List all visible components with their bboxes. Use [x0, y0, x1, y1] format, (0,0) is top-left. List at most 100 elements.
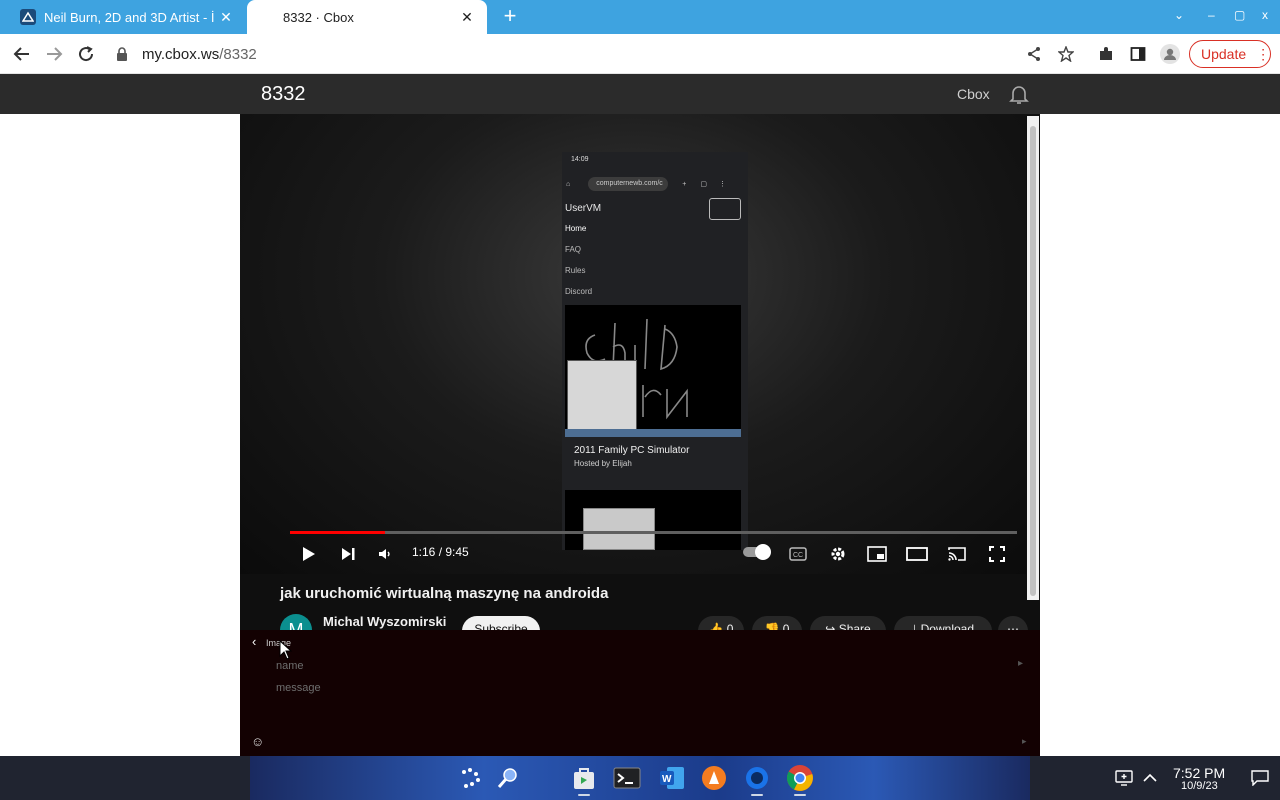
launcher-icon[interactable]	[452, 760, 488, 796]
artstation-icon	[20, 9, 36, 25]
lock-icon	[117, 47, 127, 61]
next-icon[interactable]	[336, 542, 360, 566]
phone-status-time: 14:09	[571, 156, 589, 163]
theater-mode-icon[interactable]	[905, 542, 929, 566]
cast-icon[interactable]	[945, 542, 969, 566]
cbox-header: 8332 Cbox	[0, 74, 1280, 114]
maximize-icon[interactable]: ▢	[1234, 8, 1245, 22]
settings-gear-icon[interactable]	[826, 542, 850, 566]
scrollbar-thumb[interactable]	[1030, 126, 1036, 596]
back-arrow-icon[interactable]	[10, 42, 34, 66]
more-actions-button[interactable]: ⋯	[998, 616, 1028, 630]
chevron-down-icon[interactable]: ⌄	[1174, 8, 1184, 22]
video-title[interactable]: jak uruchomić wirtualną maszynę na andro…	[280, 585, 608, 602]
fullscreen-icon[interactable]	[985, 542, 1009, 566]
search-icon[interactable]	[490, 760, 526, 796]
progress-bar[interactable]	[290, 531, 1017, 534]
home-icon: ⌂	[566, 180, 571, 188]
new-tab-button[interactable]: +	[498, 5, 522, 29]
vm-card-host: Hosted by Elijah	[574, 459, 632, 468]
volume-icon[interactable]	[373, 542, 397, 566]
youtube-embed: 14:09 ⌂ computernewb.com/c + ▢ ⋮ UserVM …	[240, 114, 1040, 630]
extensions-puzzle-icon[interactable]	[1094, 42, 1118, 66]
play-icon[interactable]	[296, 542, 320, 566]
star-icon[interactable]	[1054, 42, 1078, 66]
running-indicator	[751, 794, 763, 796]
phone-url: computernewb.com/c	[588, 177, 669, 191]
thumbs-down-icon: 👎	[764, 622, 780, 630]
start-menu-window	[567, 360, 637, 432]
word-icon[interactable]: W	[654, 760, 690, 796]
address-bar[interactable]: my.cbox.ws/8332	[116, 42, 257, 66]
miniplayer-icon[interactable]	[865, 542, 889, 566]
share-arrow-icon: ↪	[825, 622, 836, 630]
phone-site-name: UserVM	[565, 203, 602, 214]
phone-nav-item: Home	[565, 224, 587, 233]
subscribe-button[interactable]: Subscribe	[462, 616, 540, 630]
dislike-button[interactable]: 👎 0	[752, 616, 802, 630]
browser-toolbar: my.cbox.ws/8332 Update ⋮	[0, 34, 1280, 74]
progress-fill	[290, 531, 385, 534]
share-icon[interactable]	[1022, 42, 1046, 66]
side-panel-icon[interactable]	[1126, 42, 1150, 66]
profile-avatar-icon[interactable]	[1158, 42, 1182, 66]
channel-avatar[interactable]: M	[280, 614, 312, 630]
close-icon[interactable]: ✕	[218, 9, 234, 26]
vm-thumbnail-2	[565, 490, 741, 550]
store-icon[interactable]	[566, 760, 602, 796]
close-window-icon[interactable]: x	[1262, 8, 1268, 22]
embed-scrollbar[interactable]	[1027, 116, 1039, 600]
send-icon[interactable]: ▸	[1018, 658, 1023, 669]
download-label: Download	[920, 622, 975, 630]
terminal-icon[interactable]	[609, 760, 645, 796]
reload-icon[interactable]	[74, 42, 98, 66]
like-count: 0	[726, 622, 734, 630]
minimize-icon[interactable]: –	[1208, 8, 1215, 22]
chrome-icon[interactable]	[782, 760, 818, 796]
running-indicator	[794, 794, 806, 796]
autoplay-knob	[755, 544, 771, 560]
page-title: 8332	[261, 83, 306, 105]
download-icon: ⤓	[911, 622, 918, 630]
thumbs-up-icon: 👍	[708, 622, 724, 630]
update-button[interactable]: Update ⋮	[1189, 40, 1271, 68]
url-path: /8332	[219, 45, 257, 63]
vlc-icon[interactable]	[696, 760, 732, 796]
message-input[interactable]	[276, 680, 876, 696]
cbox-brand-link[interactable]: Cbox	[957, 86, 990, 102]
clock-date[interactable]: 10/9/23	[1181, 780, 1218, 792]
tab-neil-burn[interactable]: Neil Burn, 2D and 3D Artist - İ ✕	[8, 0, 246, 34]
chevron-up-icon[interactable]	[1132, 760, 1168, 796]
back-chevron-icon[interactable]: ‹	[252, 634, 256, 649]
phone-nav-item: Discord	[565, 287, 593, 296]
menu-dots-icon: ⋮	[718, 181, 726, 188]
video-player[interactable]: 14:09 ⌂ computernewb.com/c + ▢ ⋮ UserVM …	[240, 114, 1026, 574]
download-button[interactable]: ⤓ Download	[894, 616, 992, 630]
clock-time[interactable]: 7:52 PM	[1173, 765, 1225, 781]
circle-app-icon[interactable]	[739, 760, 775, 796]
url-domain: my.cbox.ws	[142, 45, 220, 63]
phone-address-bar: ⌂ computernewb.com/c + ▢ ⋮	[566, 172, 744, 196]
like-button[interactable]: 👍 0	[698, 616, 744, 630]
emoji-icon[interactable]: ☺	[251, 734, 264, 749]
tab-strip: Neil Burn, 2D and 3D Artist - İ ✕ 8332 ·…	[0, 0, 1280, 34]
channel-name[interactable]: Michal Wyszomirski	[323, 614, 446, 629]
share-button[interactable]: ↪ Share	[810, 616, 886, 630]
captions-icon[interactable]: CC	[786, 542, 810, 566]
tab-cbox[interactable]: 8332 · Cbox ✕	[247, 0, 487, 34]
bell-icon[interactable]	[1007, 82, 1031, 106]
vm-card-title: 2011 Family PC Simulator	[574, 445, 690, 456]
svg-text:CC: CC	[793, 552, 803, 559]
close-icon[interactable]: ✕	[459, 9, 475, 26]
forward-arrow-icon[interactable]	[42, 42, 66, 66]
send-arrow-icon[interactable]: ▸	[1022, 736, 1027, 747]
phone-nav-item: Rules	[565, 266, 586, 275]
svg-text:W: W	[662, 774, 672, 785]
share-label: Share	[838, 622, 871, 630]
name-input[interactable]	[276, 658, 876, 674]
notification-icon[interactable]	[1242, 760, 1278, 796]
more-vert-icon[interactable]: ⋮	[1256, 46, 1270, 63]
mouse-cursor-icon	[279, 640, 293, 660]
update-label: Update	[1201, 46, 1247, 62]
autoplay-toggle[interactable]	[743, 544, 771, 560]
